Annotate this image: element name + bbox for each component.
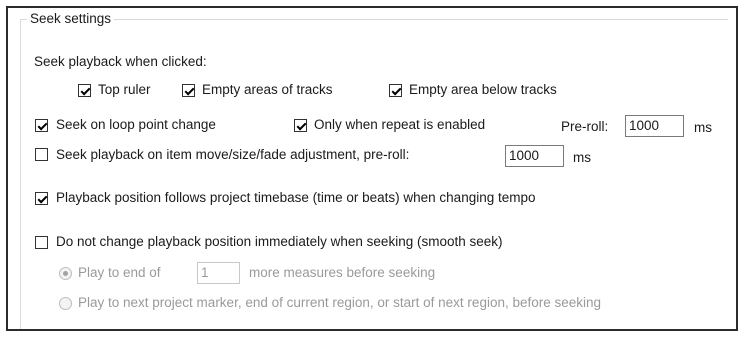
item-move-preroll-unit: ms <box>573 150 591 165</box>
play-to-end-suffix: more measures before seeking <box>249 265 436 280</box>
top-ruler-label[interactable]: Top ruler <box>98 81 151 99</box>
follow-timebase-label[interactable]: Playback position follows project timeba… <box>56 189 536 207</box>
empty-area-below-tracks-checkbox[interactable] <box>389 84 402 97</box>
seek-on-item-move-checkbox[interactable] <box>35 148 48 161</box>
smooth-seek-checkbox[interactable] <box>35 236 48 249</box>
smooth-seek-label[interactable]: Do not change playback position immediat… <box>56 233 503 251</box>
empty-areas-of-tracks-checkbox[interactable] <box>182 84 195 97</box>
only-when-repeat-checkbox[interactable] <box>294 119 307 132</box>
top-ruler-checkbox[interactable] <box>78 84 91 97</box>
item-move-preroll-input[interactable]: 1000 <box>505 145 564 167</box>
play-to-end-radio[interactable] <box>59 267 72 280</box>
seek-on-item-move-label[interactable]: Seek playback on item move/size/fade adj… <box>56 146 409 164</box>
seek-on-loop-change-label[interactable]: Seek on loop point change <box>56 116 216 134</box>
only-when-repeat-label[interactable]: Only when repeat is enabled <box>314 116 485 134</box>
empty-areas-of-tracks-label[interactable]: Empty areas of tracks <box>202 81 333 99</box>
play-to-marker-label[interactable]: Play to next project marker, end of curr… <box>78 294 601 312</box>
seek-on-loop-change-checkbox[interactable] <box>35 119 48 132</box>
follow-timebase-checkbox[interactable] <box>35 192 48 205</box>
measures-input[interactable]: 1 <box>197 262 240 284</box>
preroll-unit: ms <box>694 120 712 135</box>
preroll-input[interactable]: 1000 <box>625 115 684 137</box>
play-to-marker-radio[interactable] <box>59 297 72 310</box>
preroll-label: Pre-roll: <box>561 119 609 134</box>
group-title: Seek settings <box>27 10 115 28</box>
empty-area-below-tracks-label[interactable]: Empty area below tracks <box>409 81 557 99</box>
seek-on-click-label: Seek playback when clicked: <box>34 54 207 69</box>
play-to-end-prefix: Play to end of <box>78 265 161 280</box>
